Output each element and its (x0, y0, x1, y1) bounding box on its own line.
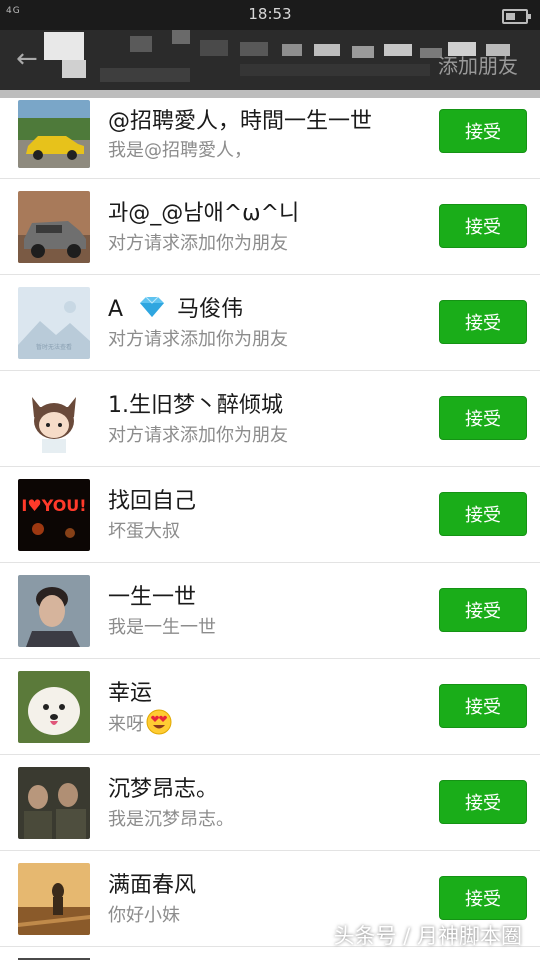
list-item[interactable]: 과@_@남애^ω^니 对方请求添加你为朋友 接受 (0, 179, 540, 275)
request-message: 我是一生一世 (108, 617, 216, 638)
requester-name: 满面春风 (108, 873, 197, 898)
accept-button[interactable]: 接受 (439, 876, 527, 920)
heart-eyes-emoji-icon (146, 709, 172, 740)
accept-button[interactable]: 接受 (439, 492, 527, 536)
nav-divider (0, 90, 540, 98)
requester-name: 沉梦昂志。 (108, 777, 219, 802)
list-item[interactable]: 1.生旧梦丶醉倾城 对方请求添加你为朋友 接受 (0, 371, 540, 467)
accept-button[interactable]: 接受 (439, 780, 527, 824)
sunset-person-avatar (18, 863, 90, 935)
request-message-text: 来呀 (108, 714, 144, 735)
list-item[interactable]: 沉梦昂志。 我是沉梦昂志。 接受 (0, 755, 540, 851)
status-bar: 4G 18:53 (0, 0, 540, 30)
battery-icon (502, 9, 531, 24)
accept-button[interactable]: 接受 (439, 204, 527, 248)
requester-name: 幸运 (108, 681, 153, 706)
requester-name-prefix: A (108, 297, 124, 322)
requester-name: A 马俊伟 (108, 291, 243, 324)
requester-name: @招聘愛人，時間一生一世 (108, 109, 373, 134)
watermark: 头条号 / 月神脚本圈 (333, 924, 522, 948)
requester-name: 找回自己 (108, 489, 197, 514)
cartoon-girl-avatar (18, 383, 90, 455)
accept-button[interactable]: 接受 (439, 300, 527, 344)
man-portrait-avatar (18, 575, 90, 647)
request-message: 对方请求添加你为朋友 (108, 329, 288, 350)
suv-avatar (18, 191, 90, 263)
list-item[interactable]: I♥YOU! 找回自己 坏蛋大叔 接受 (0, 467, 540, 563)
request-message: 对方请求添加你为朋友 (108, 425, 288, 446)
requester-name: 1.生旧梦丶醉倾城 (108, 393, 283, 418)
add-friend-link[interactable]: 添加朋友 (438, 50, 518, 79)
request-message: 你好小妹 (108, 905, 180, 926)
yellow-car-avatar (18, 100, 90, 168)
list-item[interactable]: 幸运 来呀 接受 (0, 659, 540, 755)
requester-name-suffix: 马俊伟 (177, 297, 244, 322)
accept-button[interactable]: 接受 (439, 684, 527, 728)
list-item[interactable]: @招聘愛人，時間一生一世 我是@招聘愛人， 接受 (0, 98, 540, 179)
placeholder-avatar: 暂时无法查看 (18, 287, 90, 359)
request-message: 我是@招聘愛人， (108, 140, 252, 161)
list-item[interactable]: 暂时无法查看 A 马俊伟 对方请求添加你为朋友 接受 (0, 275, 540, 371)
i-love-you-avatar: I♥YOU! (18, 479, 90, 551)
accept-button[interactable]: 接受 (439, 396, 527, 440)
avatar-caption: I♥YOU! (21, 496, 86, 515)
friend-request-list: @招聘愛人，時間一生一世 我是@招聘愛人， 接受 과@_@남애^ω^니 对方请求… (0, 98, 540, 947)
accept-button[interactable]: 接受 (439, 588, 527, 632)
request-message: 我是沉梦昂志。 (108, 809, 234, 830)
request-message: 对方请求添加你为朋友 (108, 233, 288, 254)
list-item[interactable]: 一生一世 我是一生一世 接受 (0, 563, 540, 659)
status-time: 18:53 (248, 5, 292, 23)
soldiers-avatar (18, 767, 90, 839)
request-message: 来呀 (108, 709, 172, 740)
nav-bar: ← 添加朋友 (0, 30, 540, 90)
placeholder-caption: 暂时无法查看 (36, 343, 72, 351)
request-message: 坏蛋大叔 (108, 521, 180, 542)
diamond-icon (137, 296, 167, 324)
white-dog-avatar (18, 671, 90, 743)
accept-button[interactable]: 接受 (439, 109, 527, 153)
requester-name: 一生一世 (108, 585, 197, 610)
requester-name: 과@_@남애^ω^니 (108, 201, 300, 226)
